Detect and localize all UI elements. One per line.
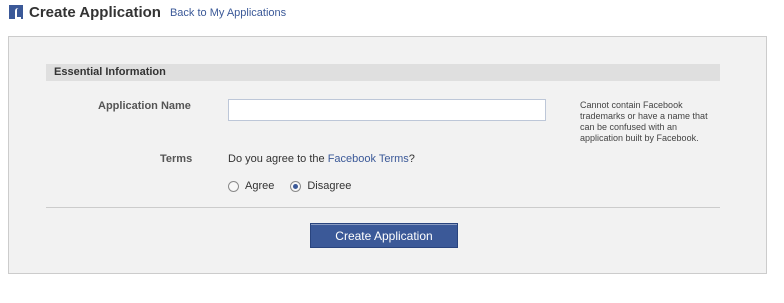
application-name-input[interactable]	[228, 99, 546, 121]
facebook-terms-link[interactable]: Facebook Terms	[328, 153, 409, 165]
facebook-developer-icon	[9, 5, 23, 19]
disagree-label[interactable]: Disagree	[307, 180, 351, 192]
terms-radio-group: Agree Disagree	[228, 180, 367, 192]
create-application-panel: Essential Information Application Name C…	[8, 36, 767, 274]
terms-question-suffix: ?	[408, 153, 415, 165]
create-application-button[interactable]: Create Application	[310, 223, 458, 248]
application-name-hint: Cannot contain Facebook trademarks or ha…	[580, 100, 708, 143]
page-header: Create Application Back to My Applicatio…	[9, 3, 286, 21]
divider	[46, 207, 720, 208]
section-header: Essential Information	[46, 64, 720, 81]
terms-question: Do you agree to the Facebook Terms?	[228, 153, 415, 165]
agree-label[interactable]: Agree	[245, 180, 274, 192]
section-title: Essential Information	[54, 66, 166, 78]
agree-radio[interactable]	[228, 180, 239, 192]
page-title: Create Application	[29, 3, 161, 21]
back-to-my-applications-link[interactable]: Back to My Applications	[170, 7, 286, 19]
disagree-radio[interactable]	[290, 180, 302, 192]
terms-question-prefix: Do you agree to the	[228, 153, 328, 165]
terms-label: Terms	[160, 153, 193, 165]
application-name-label: Application Name	[98, 100, 191, 112]
